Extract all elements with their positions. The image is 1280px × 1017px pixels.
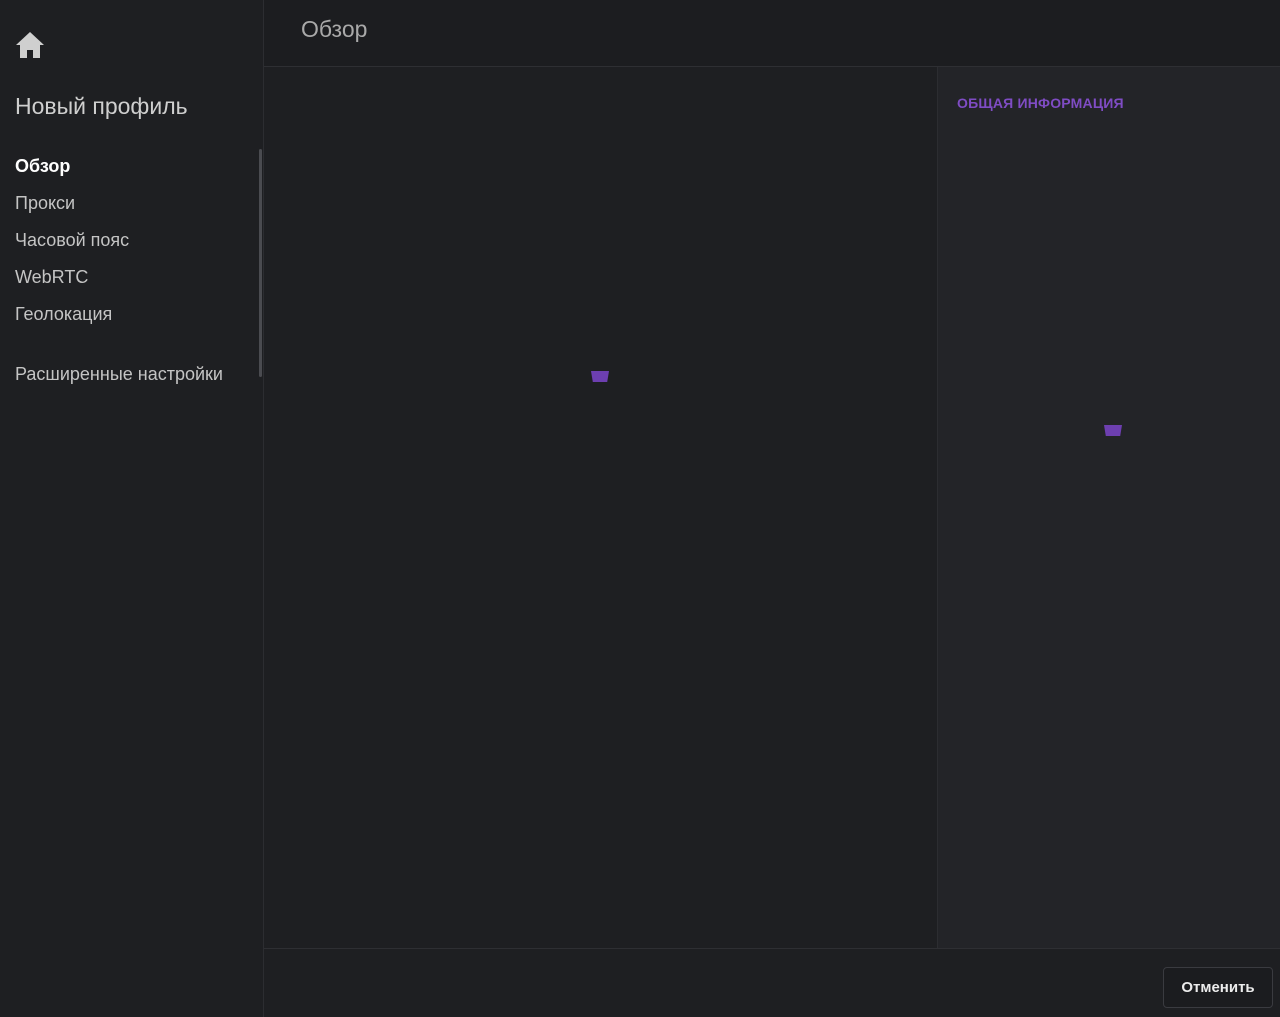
sidebar-item-webrtc[interactable]: WebRTC (0, 259, 264, 296)
home-icon (14, 30, 46, 65)
sidebar-item-geolocation[interactable]: Геолокация (0, 296, 264, 333)
app-window: Новый профиль Обзор Прокси Часовой пояс … (0, 0, 1280, 1017)
footer: Отменить (264, 948, 1280, 1017)
sidebar: Новый профиль Обзор Прокси Часовой пояс … (0, 0, 264, 1017)
general-info-heading: ОБЩАЯ ИНФОРМАЦИЯ (957, 95, 1124, 111)
profile-title: Новый профиль (15, 93, 188, 119)
sidebar-item-timezone[interactable]: Часовой пояс (0, 222, 264, 259)
sidebar-item-proxy[interactable]: Прокси (0, 185, 264, 222)
page-title: Обзор (301, 16, 368, 42)
sidebar-nav: Обзор Прокси Часовой пояс WebRTC Геолока… (0, 148, 264, 393)
info-loading-spinner (1104, 425, 1122, 436)
loading-spinner (591, 371, 609, 382)
home-button[interactable] (13, 30, 47, 64)
sidebar-item-advanced-settings[interactable]: Расширенные настройки (0, 356, 264, 393)
main-panel (264, 67, 937, 948)
general-info-panel: ОБЩАЯ ИНФОРМАЦИЯ (937, 67, 1280, 948)
cancel-button[interactable]: Отменить (1163, 967, 1273, 1008)
header: Обзор (264, 0, 1280, 67)
sidebar-scrollbar[interactable] (259, 149, 262, 377)
sidebar-item-overview[interactable]: Обзор (0, 148, 264, 185)
